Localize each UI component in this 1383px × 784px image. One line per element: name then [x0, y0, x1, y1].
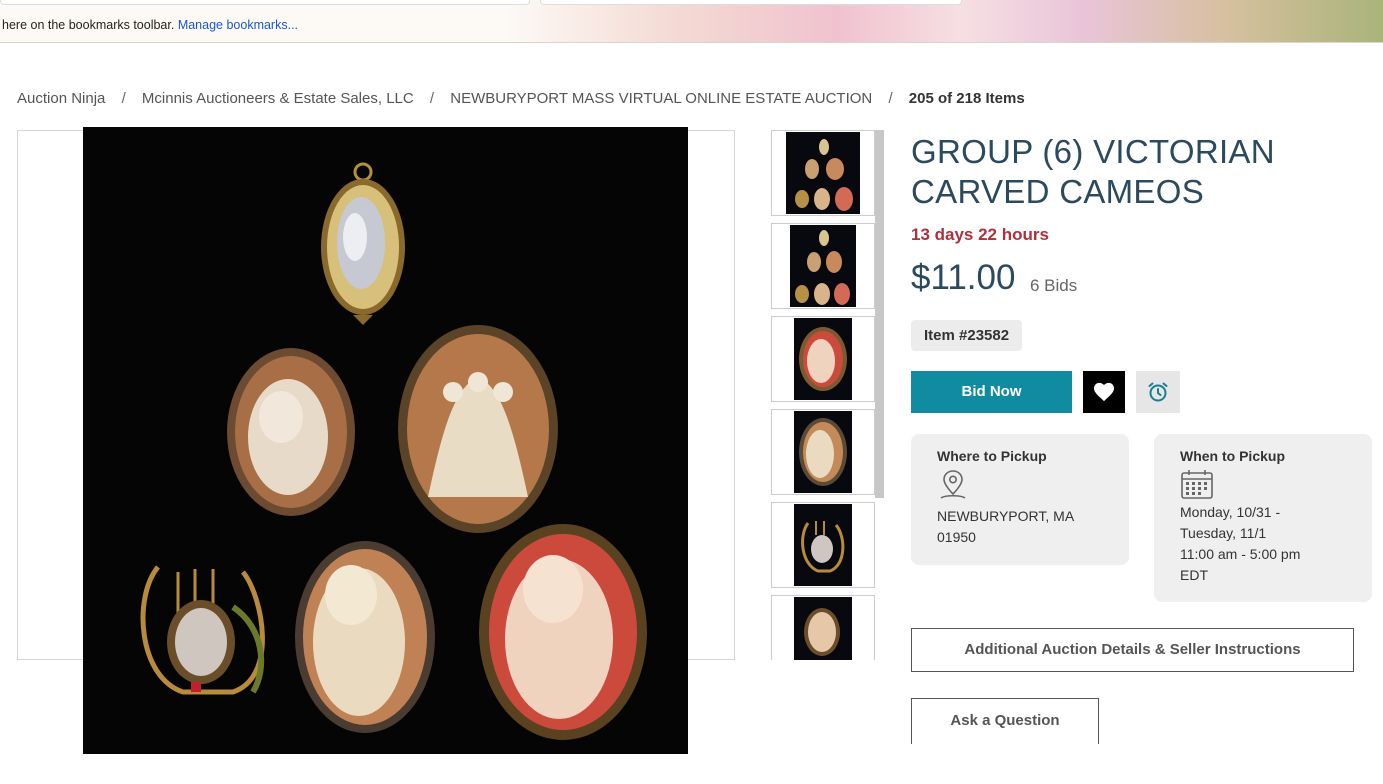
item-number-badge: Item #23582 — [911, 320, 1023, 351]
thumbnail-5-image — [801, 521, 845, 573]
bookmarks-toolbar: here on the bookmarks toolbar. Manage bo… — [0, 0, 1383, 43]
thumbnail-6[interactable] — [771, 595, 875, 660]
main-item-image[interactable] — [83, 127, 688, 754]
address-bar-edge — [0, 0, 530, 5]
reminder-button[interactable] — [1136, 371, 1180, 413]
breadcrumb-item-seller[interactable]: Mcinnis Auctioneers & Estate Sales, LLC — [142, 90, 414, 107]
cameos-photo — [83, 127, 688, 754]
bid-count[interactable]: 6 Bids — [1030, 276, 1077, 296]
pickup-location-card: Where to Pickup NEWBURYPORT, MA 01950 — [911, 434, 1129, 565]
search-bar-edge — [540, 0, 962, 5]
pickup-hours: 11:00 am - 5:00 pm — [1180, 546, 1301, 562]
pickup-address-line2: 01950 — [937, 529, 976, 545]
item-title: GROUP (6) VICTORIAN CARVED CAMEOS — [911, 133, 1275, 210]
watch-button[interactable] — [1083, 371, 1125, 413]
alarm-clock-icon — [1148, 382, 1168, 402]
breadcrumb-item-auction-ninja[interactable]: Auction Ninja — [17, 90, 105, 107]
breadcrumb-separator: / — [429, 90, 435, 107]
pickup-timezone: EDT — [1180, 567, 1208, 583]
browser-theme-background — [503, 0, 1383, 42]
pickup-time-heading: When to Pickup — [1180, 448, 1285, 464]
bookmarks-toolbar-text: here on the bookmarks toolbar. — [2, 18, 175, 32]
bookmarks-toolbar-message: here on the bookmarks toolbar. Manage bo… — [2, 18, 298, 32]
thumbnail-4-image — [799, 418, 847, 486]
manage-bookmarks-link[interactable]: Manage bookmarks... — [178, 18, 298, 32]
pickup-address-line1: NEWBURYPORT, MA — [937, 508, 1075, 524]
thumbnail-2[interactable] — [771, 223, 875, 309]
thumbnail-scrollbar[interactable] — [875, 130, 884, 498]
pickup-time-card: When to Pickup Monday, 10/31 - Tuesday, … — [1154, 434, 1372, 602]
breadcrumb-separator: / — [121, 90, 126, 107]
time-remaining: 13 days 22 hours — [911, 225, 1049, 244]
thumbnail-2-image — [795, 230, 850, 305]
thumbnail-6-image — [804, 608, 840, 656]
breadcrumb-item-auction[interactable]: NEWBURYPORT MASS VIRTUAL ONLINE ESTATE A… — [450, 90, 872, 107]
auction-details-button[interactable]: Additional Auction Details & Seller Inst… — [911, 628, 1354, 672]
pickup-location-heading: Where to Pickup — [937, 448, 1047, 464]
calendar-icon — [1181, 470, 1213, 499]
ask-question-button[interactable]: Ask a Question — [911, 698, 1099, 744]
thumbnail-strip[interactable] — [771, 130, 884, 660]
bid-now-button[interactable]: Bid Now — [911, 371, 1072, 413]
pickup-date-line1: Monday, 10/31 - — [1180, 504, 1281, 520]
thumbnail-3-image — [799, 327, 847, 391]
breadcrumb-current-position: 205 of 218 Items — [908, 90, 1025, 107]
breadcrumb-separator: / — [888, 90, 893, 107]
current-price: $11.00 — [911, 258, 1016, 297]
map-pin-icon — [940, 470, 966, 499]
thumbnail-1-image — [795, 139, 853, 211]
thumbnail-3[interactable] — [771, 316, 875, 402]
pickup-date-line2: Tuesday, 11/1 — [1180, 525, 1267, 541]
thumbnail-4[interactable] — [771, 409, 875, 495]
heart-icon — [1094, 382, 1114, 402]
thumbnail-1[interactable] — [771, 130, 875, 216]
breadcrumb: Auction Ninja / Mcinnis Auctioneers & Es… — [17, 90, 1025, 107]
thumbnail-5[interactable] — [771, 502, 875, 588]
